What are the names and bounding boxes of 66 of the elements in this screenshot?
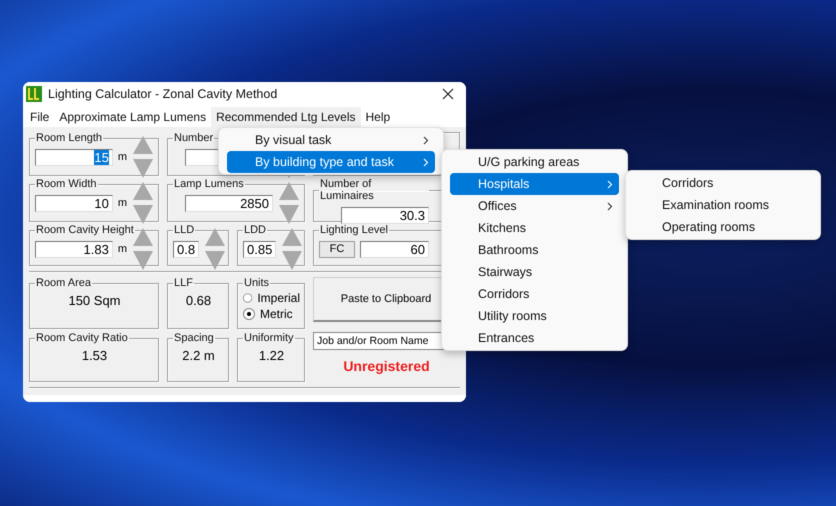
radio-label: Imperial bbox=[257, 291, 300, 305]
menu-item[interactable]: Corridors bbox=[634, 172, 812, 194]
group-label: Uniformity bbox=[243, 332, 295, 344]
spinner-arrows-icon[interactable] bbox=[281, 226, 304, 272]
menu-bar-item[interactable]: Help bbox=[360, 106, 396, 126]
group-label: Number of Luminaires bbox=[319, 178, 375, 202]
close-icon[interactable] bbox=[442, 88, 454, 100]
group-label: Number bbox=[173, 132, 214, 144]
spinner-arrows-icon[interactable] bbox=[204, 226, 226, 272]
app-logo-icon bbox=[26, 86, 42, 102]
result-value: 1.22 bbox=[258, 348, 286, 363]
menu-item[interactable]: Hospitals bbox=[450, 173, 619, 195]
radio-icon[interactable] bbox=[243, 308, 255, 320]
window-title: Lighting Calculator - Zonal Cavity Method bbox=[48, 87, 278, 101]
menu-item[interactable]: Operating rooms bbox=[634, 216, 812, 238]
menu-item[interactable]: U/G parking areas bbox=[450, 151, 619, 173]
text-field[interactable]: 2850 bbox=[185, 194, 273, 212]
menu-item[interactable]: Offices bbox=[450, 195, 619, 217]
group-label: Room Length bbox=[35, 132, 104, 144]
result-value: 1.53 bbox=[80, 348, 108, 363]
menu-bar-item[interactable]: Recommended Ltg Levels bbox=[211, 106, 361, 126]
spinner-arrows-icon[interactable] bbox=[132, 180, 154, 226]
menu-bar-item[interactable]: File bbox=[25, 106, 54, 126]
menu-item[interactable]: Examination rooms bbox=[634, 194, 812, 216]
spinner-arrows-icon[interactable] bbox=[132, 226, 154, 272]
unit-label: m bbox=[118, 197, 127, 209]
group-label: Lighting Level bbox=[319, 224, 389, 236]
menu-item[interactable]: Bathrooms bbox=[450, 239, 619, 261]
text-field[interactable]: 0.85 bbox=[243, 240, 276, 258]
radio-label: Metric bbox=[260, 307, 293, 321]
group-label: Room Area bbox=[35, 277, 92, 289]
spinner-arrows-icon[interactable] bbox=[132, 134, 154, 180]
group-label: Room Width bbox=[35, 178, 98, 190]
chevron-right-icon bbox=[423, 136, 429, 144]
text-field[interactable]: 15 bbox=[35, 148, 113, 166]
spinner-arrows-icon[interactable] bbox=[278, 180, 300, 226]
menu-bar-item[interactable]: Approximate Lamp Lumens bbox=[54, 106, 212, 126]
text-field[interactable]: 60 bbox=[360, 240, 429, 258]
menu-item[interactable]: Kitchens bbox=[450, 217, 619, 239]
chevron-right-icon bbox=[607, 202, 613, 210]
group-label: LLD bbox=[173, 224, 196, 236]
text-field[interactable]: 30.3 bbox=[341, 206, 429, 224]
group-label: Spacing bbox=[173, 332, 215, 344]
text-field[interactable]: 10 bbox=[35, 194, 113, 212]
group-label: Room Cavity Height bbox=[35, 224, 135, 236]
unit-label: m bbox=[118, 243, 127, 255]
menu-item[interactable]: By building type and task bbox=[227, 151, 435, 173]
group-label: Units bbox=[243, 277, 270, 289]
unit-toggle-button[interactable]: FC bbox=[319, 240, 355, 258]
result-value: 2.2 m bbox=[181, 348, 216, 363]
text-field[interactable]: 1.83 bbox=[35, 240, 113, 258]
result-value: 150 Sqm bbox=[67, 293, 122, 308]
text-field[interactable]: 0.8 bbox=[173, 240, 200, 258]
unit-label: m bbox=[118, 151, 127, 163]
group-label: LDD bbox=[243, 224, 268, 236]
radio-icon[interactable] bbox=[243, 292, 252, 304]
chevron-right-icon bbox=[607, 180, 613, 188]
group-label: Room Cavity Ratio bbox=[35, 332, 129, 344]
group-label: LLF bbox=[173, 277, 194, 289]
group-label: Lamp Lumens bbox=[173, 178, 245, 190]
radio-option[interactable]: Imperial bbox=[243, 291, 300, 305]
radio-option[interactable]: Metric bbox=[243, 307, 300, 321]
menu-item[interactable]: By visual task bbox=[227, 129, 435, 151]
registration-status: Unregistered bbox=[342, 358, 431, 374]
chevron-right-icon bbox=[423, 158, 429, 166]
result-value: 0.68 bbox=[184, 293, 212, 308]
